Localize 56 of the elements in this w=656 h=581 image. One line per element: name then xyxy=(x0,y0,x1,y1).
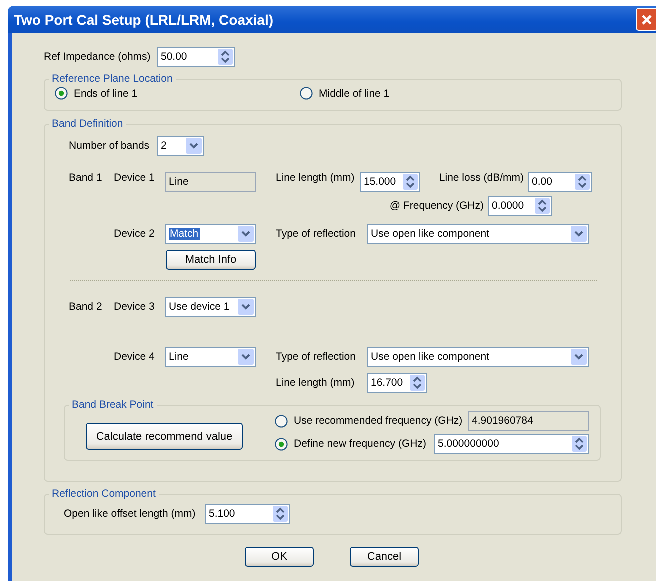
field-label: Band 2 xyxy=(69,301,104,313)
spin-field[interactable]: 5.100 xyxy=(205,504,290,524)
radio-label: Middle of line 1 xyxy=(319,88,390,100)
spin-field[interactable]: 16.700 xyxy=(367,373,427,393)
close-icon[interactable] xyxy=(641,14,653,26)
group-title: Band Definition xyxy=(51,118,124,130)
spin-arrows-icon[interactable] xyxy=(410,375,425,391)
dropdown[interactable]: Use open like component xyxy=(367,347,589,367)
spin-field[interactable]: 15.000 xyxy=(360,172,420,192)
spin-field[interactable]: 0.00 xyxy=(528,172,592,192)
field-label: Device 1 xyxy=(114,172,156,184)
field-label: Type of reflection xyxy=(276,351,357,363)
field-label: Device 4 xyxy=(114,351,156,363)
close-button[interactable] xyxy=(636,8,656,31)
field-label: Number of bands xyxy=(69,140,151,152)
radio-button[interactable] xyxy=(55,87,68,100)
field-label: Line length (mm) xyxy=(276,377,356,389)
spin-arrows-icon[interactable] xyxy=(575,174,590,190)
field-label: Device 3 xyxy=(114,301,156,313)
dropdown[interactable]: Line xyxy=(165,347,256,367)
spin-arrows-icon[interactable] xyxy=(572,436,587,452)
radio-label: Use recommended frequency (GHz) xyxy=(294,415,463,427)
field-label: Type of reflection xyxy=(276,228,357,240)
dropdown[interactable]: 2 xyxy=(157,136,204,156)
spin-field[interactable]: 0.0000 xyxy=(488,196,552,216)
radio-button[interactable] xyxy=(300,87,313,100)
window-title: Two Port Cal Setup (LRL/LRM, Coaxial) xyxy=(13,12,274,28)
readonly-field: Line xyxy=(165,172,256,192)
spin-arrows-icon[interactable] xyxy=(273,506,288,522)
dropdown[interactable]: Use device 1 xyxy=(165,297,256,317)
dropdown[interactable]: Match xyxy=(165,224,256,244)
spin-field[interactable]: 5.000000000 xyxy=(434,434,589,454)
match-info-button[interactable]: Match Info xyxy=(166,250,256,270)
dialog-button[interactable]: OK xyxy=(245,547,314,567)
radio-label: Define new frequency (GHz) xyxy=(294,438,426,450)
field-label: Line length (mm) xyxy=(276,172,356,184)
group-title: Reflection Component xyxy=(51,488,157,500)
field-label: Band 1 xyxy=(69,172,104,184)
field-label: @ Frequency (GHz) xyxy=(388,200,484,212)
field-label: Device 2 xyxy=(114,228,156,240)
radio-label: Ends of line 1 xyxy=(74,88,138,100)
field-label: Ref Impedance (ohms) xyxy=(44,51,152,63)
group-title: Band Break Point xyxy=(71,399,155,411)
radio-button[interactable] xyxy=(275,438,288,450)
spin-arrows-icon[interactable] xyxy=(403,174,418,190)
readonly-field: 4.901960784 xyxy=(468,411,589,431)
dialog-button[interactable]: Cancel xyxy=(350,547,419,567)
spin-arrows-icon[interactable] xyxy=(218,49,233,65)
field-label: Open like offset length (mm) xyxy=(64,508,197,520)
spin-field[interactable]: 50.00 xyxy=(157,47,235,67)
radio-button[interactable] xyxy=(275,414,288,428)
calculate-button[interactable]: Calculate recommend value xyxy=(86,423,243,450)
spin-arrows-icon[interactable] xyxy=(535,198,550,214)
field-label: Line loss (dB/mm) xyxy=(438,172,524,184)
group-title: Reference Plane Location xyxy=(51,73,174,85)
dropdown[interactable]: Use open like component xyxy=(367,224,589,244)
